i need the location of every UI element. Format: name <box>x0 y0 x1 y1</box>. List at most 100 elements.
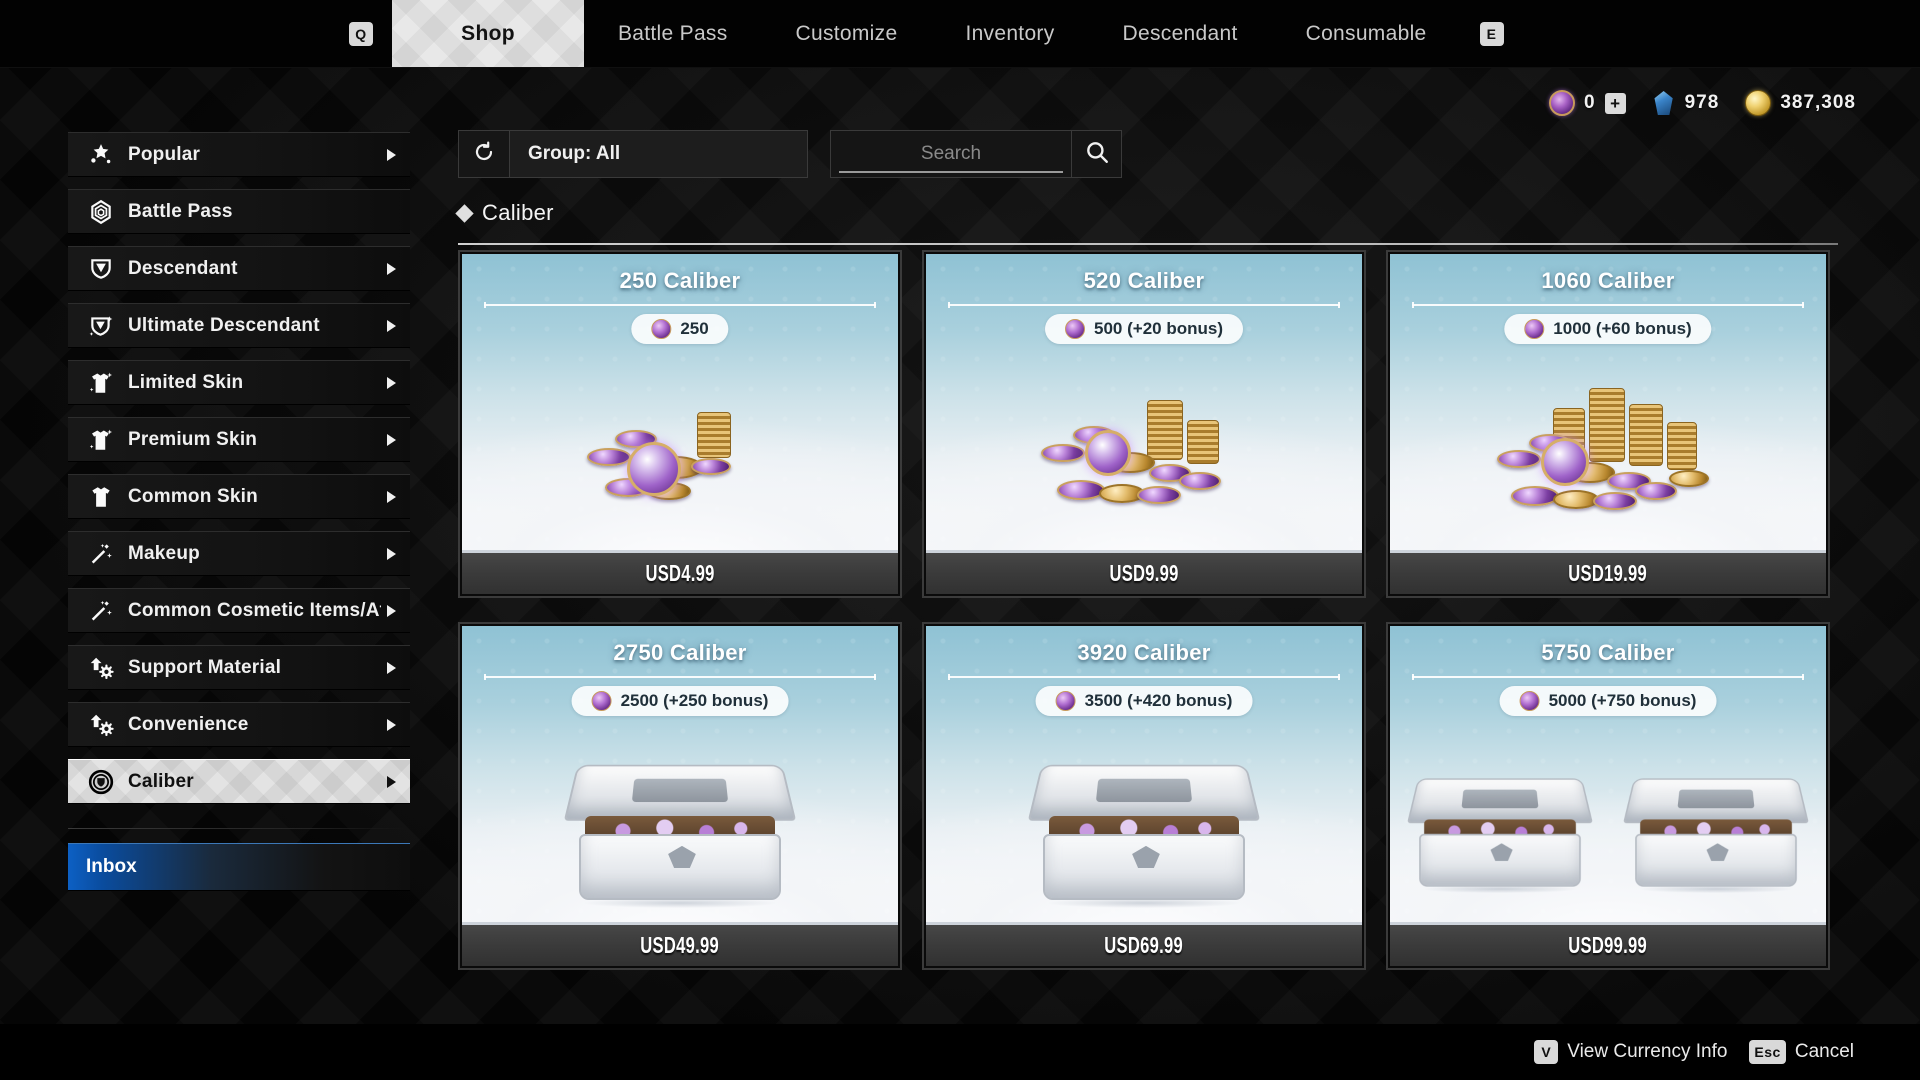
card-amount-label: 250 <box>680 319 709 338</box>
search-button[interactable] <box>1072 130 1122 178</box>
nav-tabs: Shop Battle Pass Customize Inventory Descend… <box>392 0 1461 67</box>
nav-tab-inventory[interactable]: Inventory <box>931 0 1088 67</box>
nav-tab-consumable[interactable]: Consumable <box>1272 0 1461 67</box>
sidebar-item-inbox-label: Inbox <box>86 856 137 877</box>
keycap: V <box>1534 1040 1559 1064</box>
card-price-bar[interactable]: USD49.99 <box>462 922 898 966</box>
card-price-bar[interactable]: USD4.99 <box>462 550 898 594</box>
card-divider <box>948 302 1340 308</box>
nav-tab-label: Descendant <box>1122 21 1238 45</box>
sidebar-item-popular[interactable]: Popular <box>68 132 410 177</box>
chevron-right-icon <box>387 547 396 560</box>
add-currency-button[interactable]: + <box>1604 92 1626 114</box>
chest-lid <box>1623 778 1809 824</box>
card-price-bar[interactable]: USD99.99 <box>1390 922 1826 966</box>
sidebar-item-label: Support Material <box>128 656 282 678</box>
caliber-icon <box>1055 691 1076 711</box>
card-divider <box>1412 674 1804 680</box>
chevron-crest-sparkle-icon <box>86 313 116 339</box>
caliber-icon <box>1519 691 1540 711</box>
shirt-icon <box>86 484 116 510</box>
sidebar-item-support-material[interactable]: Support Material <box>68 645 410 690</box>
nav-tab-label: Battle Pass <box>618 21 728 45</box>
caliber-coin <box>691 458 731 475</box>
card-title: 3920 Caliber <box>1077 640 1211 665</box>
gold-icon <box>1745 90 1772 116</box>
product-card[interactable]: 5750 Caliber 5000 (+750 bonus) USD99.99 <box>1386 622 1830 970</box>
card-artwork-stage <box>1388 718 1828 908</box>
nav-tab-label: Shop <box>461 21 515 45</box>
treasure-chest <box>1400 773 1600 893</box>
nav-tab-battle-pass[interactable]: Battle Pass <box>584 0 762 67</box>
product-card[interactable]: 250 Caliber 250 USD4.99 <box>458 250 902 598</box>
card-price-bar[interactable]: USD69.99 <box>926 922 1362 966</box>
nav-next-key[interactable]: E <box>1461 0 1523 67</box>
q-keycap: Q <box>349 21 373 46</box>
top-navigation-bar: Q Shop Battle Pass Customize Inventory Desce… <box>0 0 1920 68</box>
card-price-label: USD69.99 <box>1104 932 1184 958</box>
sidebar-item-caliber[interactable]: Caliber <box>68 759 410 804</box>
currency-value: 0 <box>1584 92 1596 113</box>
footer-hint-cancel[interactable]: Esc Cancel <box>1749 1040 1854 1064</box>
refresh-button[interactable] <box>458 130 510 178</box>
caliber-coin <box>1041 444 1085 462</box>
caliber-icon <box>1065 319 1086 339</box>
card-price-bar[interactable]: USD9.99 <box>926 550 1362 594</box>
card-price-bar[interactable]: USD19.99 <box>1390 550 1826 594</box>
nav-tab-customize[interactable]: Customize <box>762 0 932 67</box>
caliber-chest-artwork <box>1019 758 1269 908</box>
nav-tab-descendant[interactable]: Descendant <box>1089 0 1272 67</box>
product-card[interactable]: 2750 Caliber 2500 (+250 bonus) USD49.99 <box>458 622 902 970</box>
sidebar-item-inbox[interactable]: Inbox <box>68 843 410 891</box>
caliber-coin <box>1635 482 1677 500</box>
search-input[interactable] <box>831 131 1071 177</box>
chest-body <box>579 834 781 900</box>
product-card[interactable]: 520 Caliber 500 (+20 bonus) USD9.99 <box>922 250 1366 598</box>
sidebar-item-descendant[interactable]: Descendant <box>68 246 410 291</box>
treasure-chest <box>1019 758 1269 908</box>
caliber-chest-artwork <box>555 758 805 908</box>
card-amount-label: 500 (+20 bonus) <box>1094 319 1223 338</box>
caliber-crest-icon <box>86 769 116 795</box>
nav-tab-shop[interactable]: Shop <box>392 0 584 67</box>
card-artwork-stage <box>924 346 1364 536</box>
sidebar-item-ultimate-descendant[interactable]: Ultimate Descendant <box>68 303 410 348</box>
sidebar-item-premium-skin[interactable]: Premium Skin <box>68 417 410 462</box>
card-artwork-stage <box>460 718 900 908</box>
sidebar-item-common-cosmetic-items-atta[interactable]: Common Cosmetic Items/Atta <box>68 588 410 633</box>
card-amount-badge: 250 <box>631 314 729 344</box>
caliber-emblem-coin <box>1541 438 1589 486</box>
hex-spiral-icon <box>86 199 116 225</box>
caliber-coin <box>1669 470 1709 487</box>
sidebar-item-common-skin[interactable]: Common Skin <box>68 474 410 519</box>
sidebar-item-makeup[interactable]: Makeup <box>68 531 410 576</box>
sidebar-item-label: Premium Skin <box>128 428 258 450</box>
footer-hint-view-currency-info[interactable]: V View Currency Info <box>1534 1040 1727 1064</box>
shirt-sparkle-icon <box>86 370 116 396</box>
card-amount-label: 1000 (+60 bonus) <box>1553 319 1692 338</box>
stars-icon <box>86 142 116 168</box>
caliber-icon <box>591 691 612 711</box>
nav-prev-key[interactable]: Q <box>330 0 392 67</box>
card-price-label: USD19.99 <box>1568 560 1648 586</box>
search-field[interactable] <box>830 130 1072 178</box>
card-amount-badge: 5000 (+750 bonus) <box>1499 686 1717 716</box>
treasure-chest <box>1616 773 1816 893</box>
group-filter-dropdown[interactable]: Group: All <box>510 130 808 178</box>
chevron-right-icon <box>387 661 396 674</box>
sidebar-item-convenience[interactable]: Convenience <box>68 702 410 747</box>
shop-toolbar: Group: All <box>458 130 1122 178</box>
product-card[interactable]: 1060 Caliber 1000 (+60 bonus) USD19.99 <box>1386 250 1830 598</box>
sidebar-item-label: Battle Pass <box>128 200 233 222</box>
currency-value: 387,308 <box>1780 92 1856 113</box>
card-artwork-stage <box>924 718 1364 908</box>
sidebar-item-limited-skin[interactable]: Limited Skin <box>68 360 410 405</box>
sidebar-item-battle-pass[interactable]: Battle Pass <box>68 189 410 234</box>
card-divider <box>948 674 1340 680</box>
upgrade-gear-icon <box>86 712 116 738</box>
product-card[interactable]: 3920 Caliber 3500 (+420 bonus) USD69.99 <box>922 622 1366 970</box>
card-amount-badge: 500 (+20 bonus) <box>1045 314 1243 344</box>
chest-lid <box>563 764 797 821</box>
caliber-icon <box>1524 319 1545 339</box>
currency-caliber: 0 + <box>1549 90 1626 116</box>
